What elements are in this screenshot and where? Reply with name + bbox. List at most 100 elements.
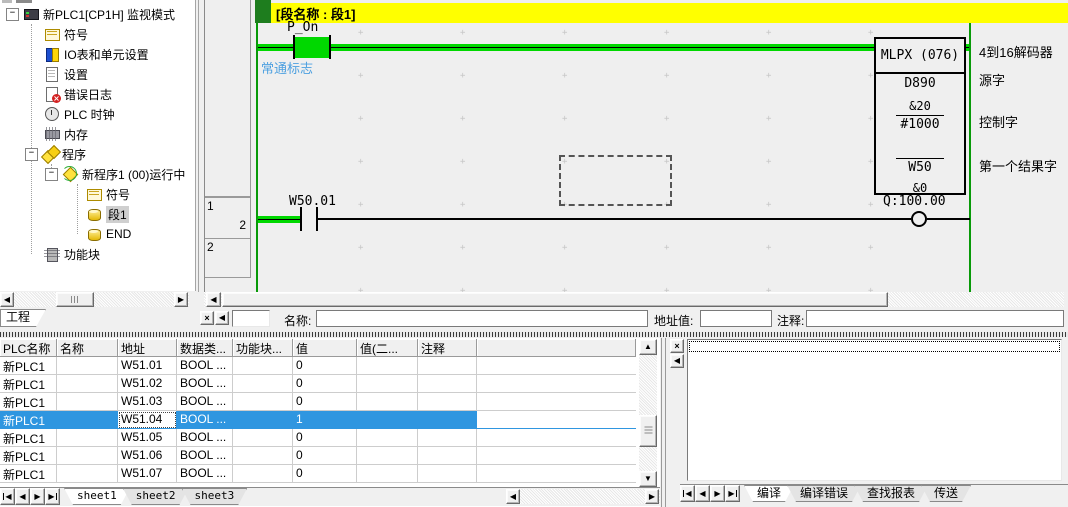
watch-table-row-selected[interactable]: 新PLC1 W51.04 BOOL ... 1 <box>0 411 660 429</box>
value-binary-cell[interactable] <box>357 411 418 429</box>
plc-name-cell[interactable]: 新PLC1 <box>0 393 57 411</box>
name-cell[interactable] <box>57 375 118 393</box>
output-coil[interactable] <box>911 211 927 227</box>
data-type-cell[interactable]: BOOL ... <box>177 375 233 393</box>
fb-usage-cell[interactable] <box>233 411 293 429</box>
vertical-splitter[interactable] <box>665 338 666 507</box>
tree-item-programs[interactable]: 程序 <box>0 144 195 164</box>
last-sheet-icon[interactable]: ▶ <box>45 488 60 505</box>
value-binary-cell[interactable] <box>357 465 418 483</box>
fb-usage-cell[interactable] <box>233 375 293 393</box>
watch-table-row[interactable]: 新PLC1 W51.02 BOOL ... 0 <box>0 375 660 393</box>
watch-table-row[interactable]: 新PLC1 W51.01 BOOL ... 0 <box>0 357 660 375</box>
name-field[interactable] <box>316 310 648 327</box>
column-header[interactable]: 数据类... <box>177 339 233 357</box>
tree-item-section1[interactable]: 段1 <box>0 204 195 224</box>
address-value-field[interactable] <box>700 310 772 327</box>
ladder-hscrollbar[interactable]: ◀ <box>204 292 1064 307</box>
output-focused-line[interactable] <box>689 341 1060 352</box>
output-tab-find-report[interactable]: 查找报表 <box>854 485 928 502</box>
comment-cell[interactable] <box>418 393 477 411</box>
value-cell[interactable]: 0 <box>293 375 357 393</box>
watch-hscrollbar[interactable]: ◀ ▶ <box>506 489 660 504</box>
scrollbar-thumb[interactable] <box>56 292 94 307</box>
address-cell[interactable]: W51.03 <box>118 393 177 411</box>
sheet-tab[interactable]: sheet2 <box>123 488 189 505</box>
scroll-right-button[interactable]: ▶ <box>174 292 188 307</box>
comment-cell[interactable] <box>418 429 477 447</box>
name-cell[interactable] <box>57 429 118 447</box>
tree-item-end[interactable]: END <box>0 224 195 244</box>
contact-symbol[interactable] <box>293 35 295 59</box>
control-operand[interactable]: #1000 <box>876 117 964 132</box>
address-cell-focused[interactable]: W51.04 <box>118 411 177 429</box>
horizontal-splitter[interactable] <box>0 332 1068 337</box>
comment-cell[interactable] <box>418 447 477 465</box>
column-header[interactable]: 注释 <box>418 339 477 357</box>
mlpx-instruction-block[interactable]: MLPX (076) D890 &20 #1000 W50 &0 <box>874 37 966 195</box>
data-type-cell[interactable]: BOOL ... <box>177 393 233 411</box>
name-cell[interactable] <box>57 393 118 411</box>
value-cell[interactable]: 0 <box>293 429 357 447</box>
tree-item-settings[interactable]: 设置 <box>0 64 195 84</box>
output-tab-compile[interactable]: 编译 <box>744 485 794 502</box>
first-sheet-icon[interactable]: ◀ <box>0 488 15 505</box>
contact-symbol[interactable] <box>329 35 331 59</box>
value-binary-cell[interactable] <box>357 429 418 447</box>
plc-name-cell[interactable]: 新PLC1 <box>0 447 57 465</box>
comment-cell[interactable] <box>418 375 477 393</box>
collapse-output-icon[interactable]: ◀ <box>670 354 684 368</box>
value-binary-cell[interactable] <box>357 375 418 393</box>
comment-cell[interactable] <box>418 357 477 375</box>
fb-usage-cell[interactable] <box>233 393 293 411</box>
data-type-cell[interactable]: BOOL ... <box>177 357 233 375</box>
comment-cell[interactable] <box>418 465 477 483</box>
plc-name-cell[interactable]: 新PLC1 <box>0 357 57 375</box>
sheet-tab[interactable]: sheet1 <box>64 488 130 505</box>
scrollbar-thumb[interactable] <box>222 292 888 307</box>
fb-usage-cell[interactable] <box>233 357 293 375</box>
rung-margin-cell[interactable]: 2 <box>205 238 251 278</box>
output-log-area[interactable] <box>687 339 1062 481</box>
value-cell[interactable]: 0 <box>293 357 357 375</box>
watch-table-row[interactable]: 新PLC1 W51.05 BOOL ... 0 <box>0 429 660 447</box>
address-cell[interactable]: W51.02 <box>118 375 177 393</box>
tree-item-symbols[interactable]: 符号 <box>0 24 195 44</box>
next-sheet-icon[interactable]: ▶ <box>30 488 45 505</box>
scroll-up-button[interactable]: ▲ <box>639 339 657 355</box>
fb-usage-cell[interactable] <box>233 465 293 483</box>
close-pane-icon[interactable]: × <box>200 311 214 325</box>
selection-marquee[interactable] <box>559 155 672 206</box>
vertical-splitter[interactable] <box>661 338 662 507</box>
plc-name-cell[interactable]: 新PLC1 <box>0 429 57 447</box>
contact-symbol[interactable] <box>300 207 302 231</box>
address-cell[interactable]: W51.07 <box>118 465 177 483</box>
data-type-cell[interactable]: BOOL ... <box>177 429 233 447</box>
first-tab-icon[interactable]: ◀ <box>680 485 695 502</box>
close-output-icon[interactable]: × <box>670 339 684 353</box>
column-header[interactable]: 值(二... <box>357 339 418 357</box>
data-type-cell[interactable]: BOOL ... <box>177 447 233 465</box>
tree-item-memory[interactable]: 内存 <box>0 124 195 144</box>
value-binary-cell[interactable] <box>357 357 418 375</box>
value-cell[interactable]: 0 <box>293 447 357 465</box>
comment-field[interactable] <box>806 310 1064 327</box>
column-header[interactable]: 名称 <box>57 339 118 357</box>
source-operand[interactable]: D890 <box>876 76 964 91</box>
tree-item-function-blocks[interactable]: 功能块 <box>0 244 195 264</box>
plc-name-cell[interactable]: 新PLC1 <box>0 411 57 429</box>
tree-item-program-symbols[interactable]: 符号 <box>0 184 195 204</box>
scroll-right-button[interactable]: ▶ <box>645 489 659 504</box>
fb-instance-box[interactable] <box>232 310 270 327</box>
fb-usage-cell[interactable] <box>233 429 293 447</box>
output-tab-compile-errors[interactable]: 编译错误 <box>787 485 861 502</box>
name-cell[interactable] <box>57 465 118 483</box>
last-tab-icon[interactable]: ▶ <box>725 485 740 502</box>
watch-table-row[interactable]: 新PLC1 W51.07 BOOL ... 0 <box>0 465 660 483</box>
scroll-left-button[interactable]: ◀ <box>206 292 221 307</box>
collapse-icon[interactable] <box>45 168 58 181</box>
data-type-cell[interactable]: BOOL ... <box>177 465 233 483</box>
value-cell[interactable]: 0 <box>293 465 357 483</box>
watch-table-row[interactable]: 新PLC1 W51.03 BOOL ... 0 <box>0 393 660 411</box>
column-header[interactable]: PLC名称 <box>0 339 57 357</box>
